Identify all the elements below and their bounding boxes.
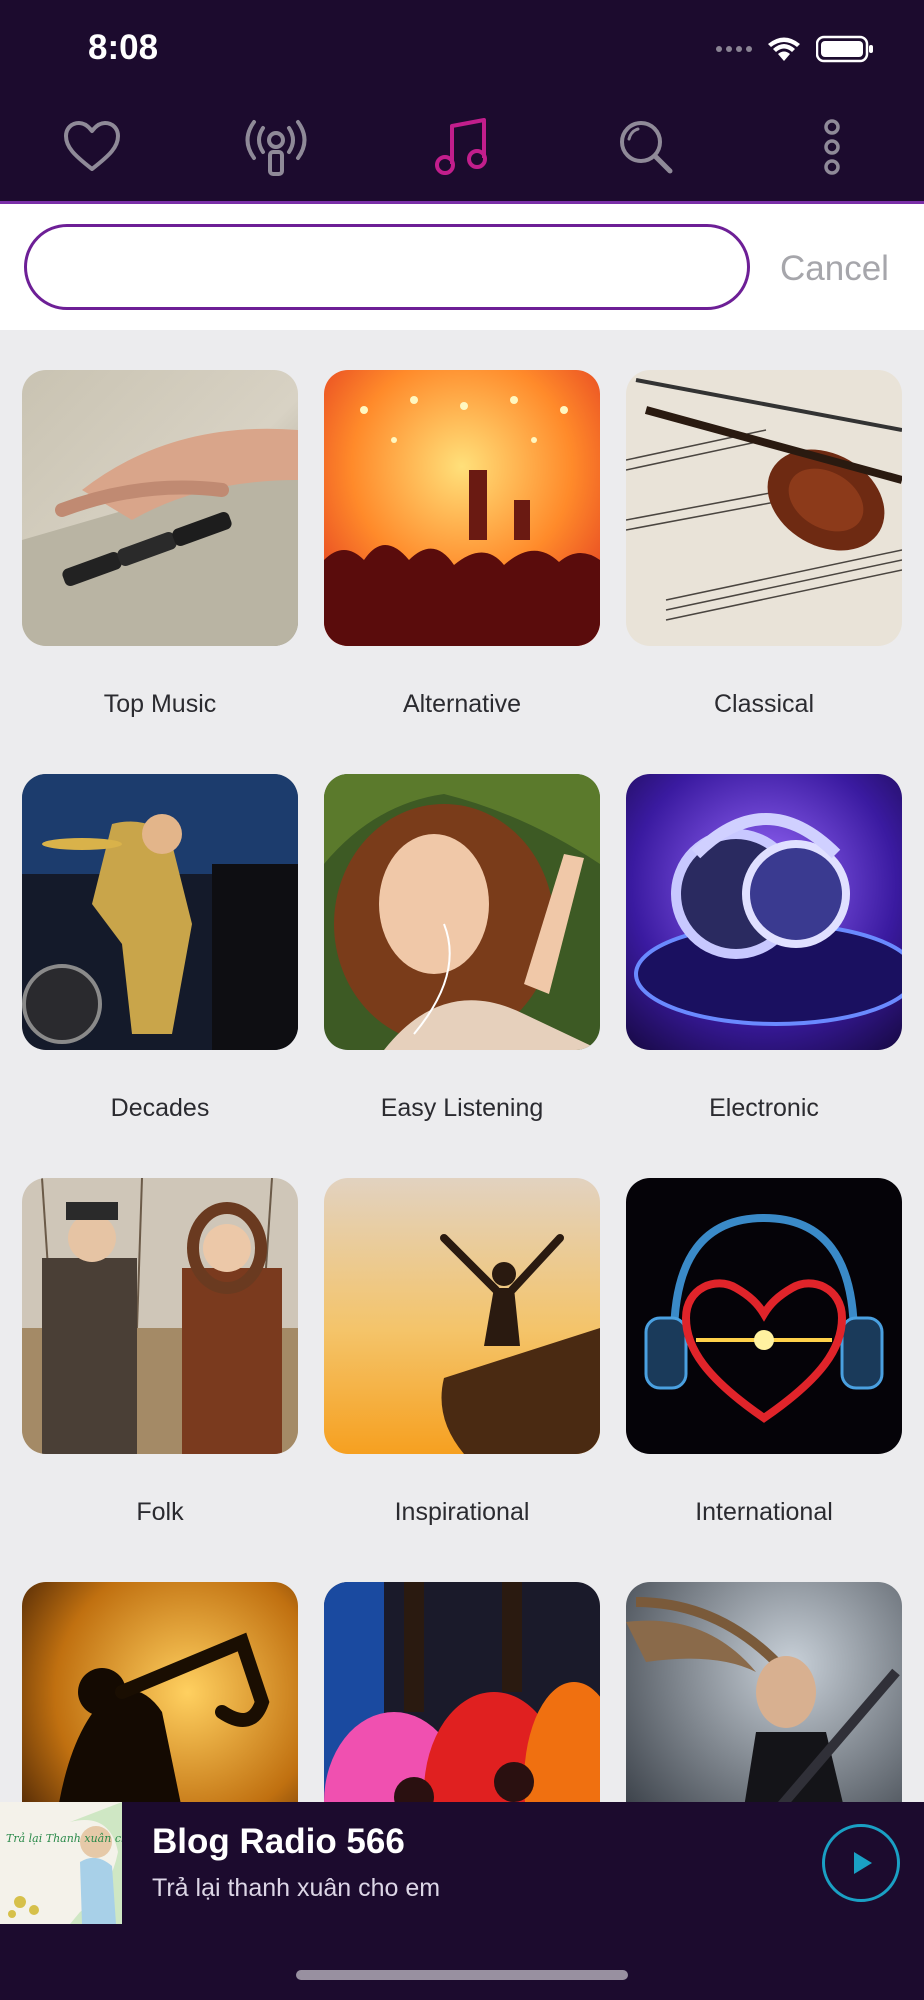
genre-tile-inspirational[interactable]: Inspirational (324, 1178, 600, 1527)
play-button[interactable] (822, 1824, 900, 1902)
genre-image-guitars (324, 1582, 600, 1802)
more-menu-button[interactable] (792, 112, 872, 182)
now-playing-bar[interactable]: Trả lại Thanh xuân cho em Blog Radio 566… (0, 1802, 924, 2000)
genre-tile-latin[interactable] (324, 1582, 600, 1802)
music-note-icon (435, 118, 487, 175)
genre-tile-alternative[interactable]: Alternative (324, 370, 600, 719)
genre-image-saxophone (22, 1582, 298, 1802)
status-time: 8:08 (88, 28, 159, 67)
app-header: 8:08 (0, 0, 924, 204)
genre-label: Electronic (709, 1094, 819, 1122)
genre-image-concert (324, 370, 600, 646)
genre-image-woman-headphones (324, 774, 600, 1050)
artwork-text: Trả lại Thanh xuân cho em (6, 1832, 122, 1845)
genre-tile-classical[interactable]: Classical (626, 370, 902, 719)
genre-label: Top Music (103, 690, 217, 718)
genre-tile-international[interactable]: International (626, 1178, 902, 1527)
genre-image-sunrise-cliff (324, 1178, 600, 1454)
heart-icon (64, 121, 120, 171)
genre-image-dj-headphones (626, 774, 902, 1050)
genre-tile-metal[interactable] (626, 1582, 902, 1802)
battery-icon (816, 35, 873, 63)
radio-broadcast-icon (245, 120, 307, 176)
genre-tile-jazz[interactable] (22, 1582, 298, 1802)
genre-image-heart-headphones (626, 1178, 902, 1454)
genre-label: Easy Listening (380, 1094, 544, 1122)
genre-tile-folk[interactable]: Folk (22, 1178, 298, 1527)
play-icon (854, 1852, 872, 1874)
search-input[interactable] (24, 224, 750, 310)
search-icon (620, 121, 673, 174)
genre-image-drummer (22, 774, 298, 1050)
genre-tile-easy-listening[interactable]: Easy Listening (324, 774, 600, 1123)
now-playing-artwork: Trả lại Thanh xuân cho em (0, 1802, 122, 1924)
more-vertical-icon (824, 119, 840, 175)
genre-label: Classical (713, 690, 815, 718)
genre-label: Alternative (402, 690, 522, 718)
main-nav (0, 112, 924, 204)
genre-tile-electronic[interactable]: Electronic (626, 774, 902, 1123)
genre-image-mixing-console (22, 370, 298, 646)
genre-image-rock-guitarist (626, 1582, 902, 1802)
now-playing-subtitle: Trả lại thanh xuân cho em (152, 1874, 441, 1902)
genre-label: International (695, 1498, 833, 1526)
genre-label: Decades (110, 1094, 210, 1122)
home-indicator (296, 1970, 628, 1980)
favorites-tab[interactable] (52, 112, 132, 182)
genre-image-violin (626, 370, 902, 646)
wifi-icon (768, 37, 800, 61)
cancel-button[interactable]: Cancel (780, 244, 889, 294)
genre-tile-top-music[interactable]: Top Music (22, 370, 298, 719)
genre-image-folk-duo (22, 1178, 298, 1454)
search-bar: Cancel (0, 204, 924, 330)
search-tab[interactable] (606, 112, 686, 182)
genre-grid: Top Music Alternative Classical Decades … (0, 330, 924, 1802)
genre-label: Inspirational (394, 1498, 530, 1526)
genre-label: Folk (136, 1498, 184, 1526)
music-tab[interactable] (422, 112, 502, 182)
cellular-signal-icon (716, 46, 752, 52)
radio-tab[interactable] (236, 112, 316, 182)
now-playing-title: Blog Radio 566 (152, 1822, 405, 1861)
status-icons (716, 34, 874, 64)
genre-tile-decades[interactable]: Decades (22, 774, 298, 1123)
